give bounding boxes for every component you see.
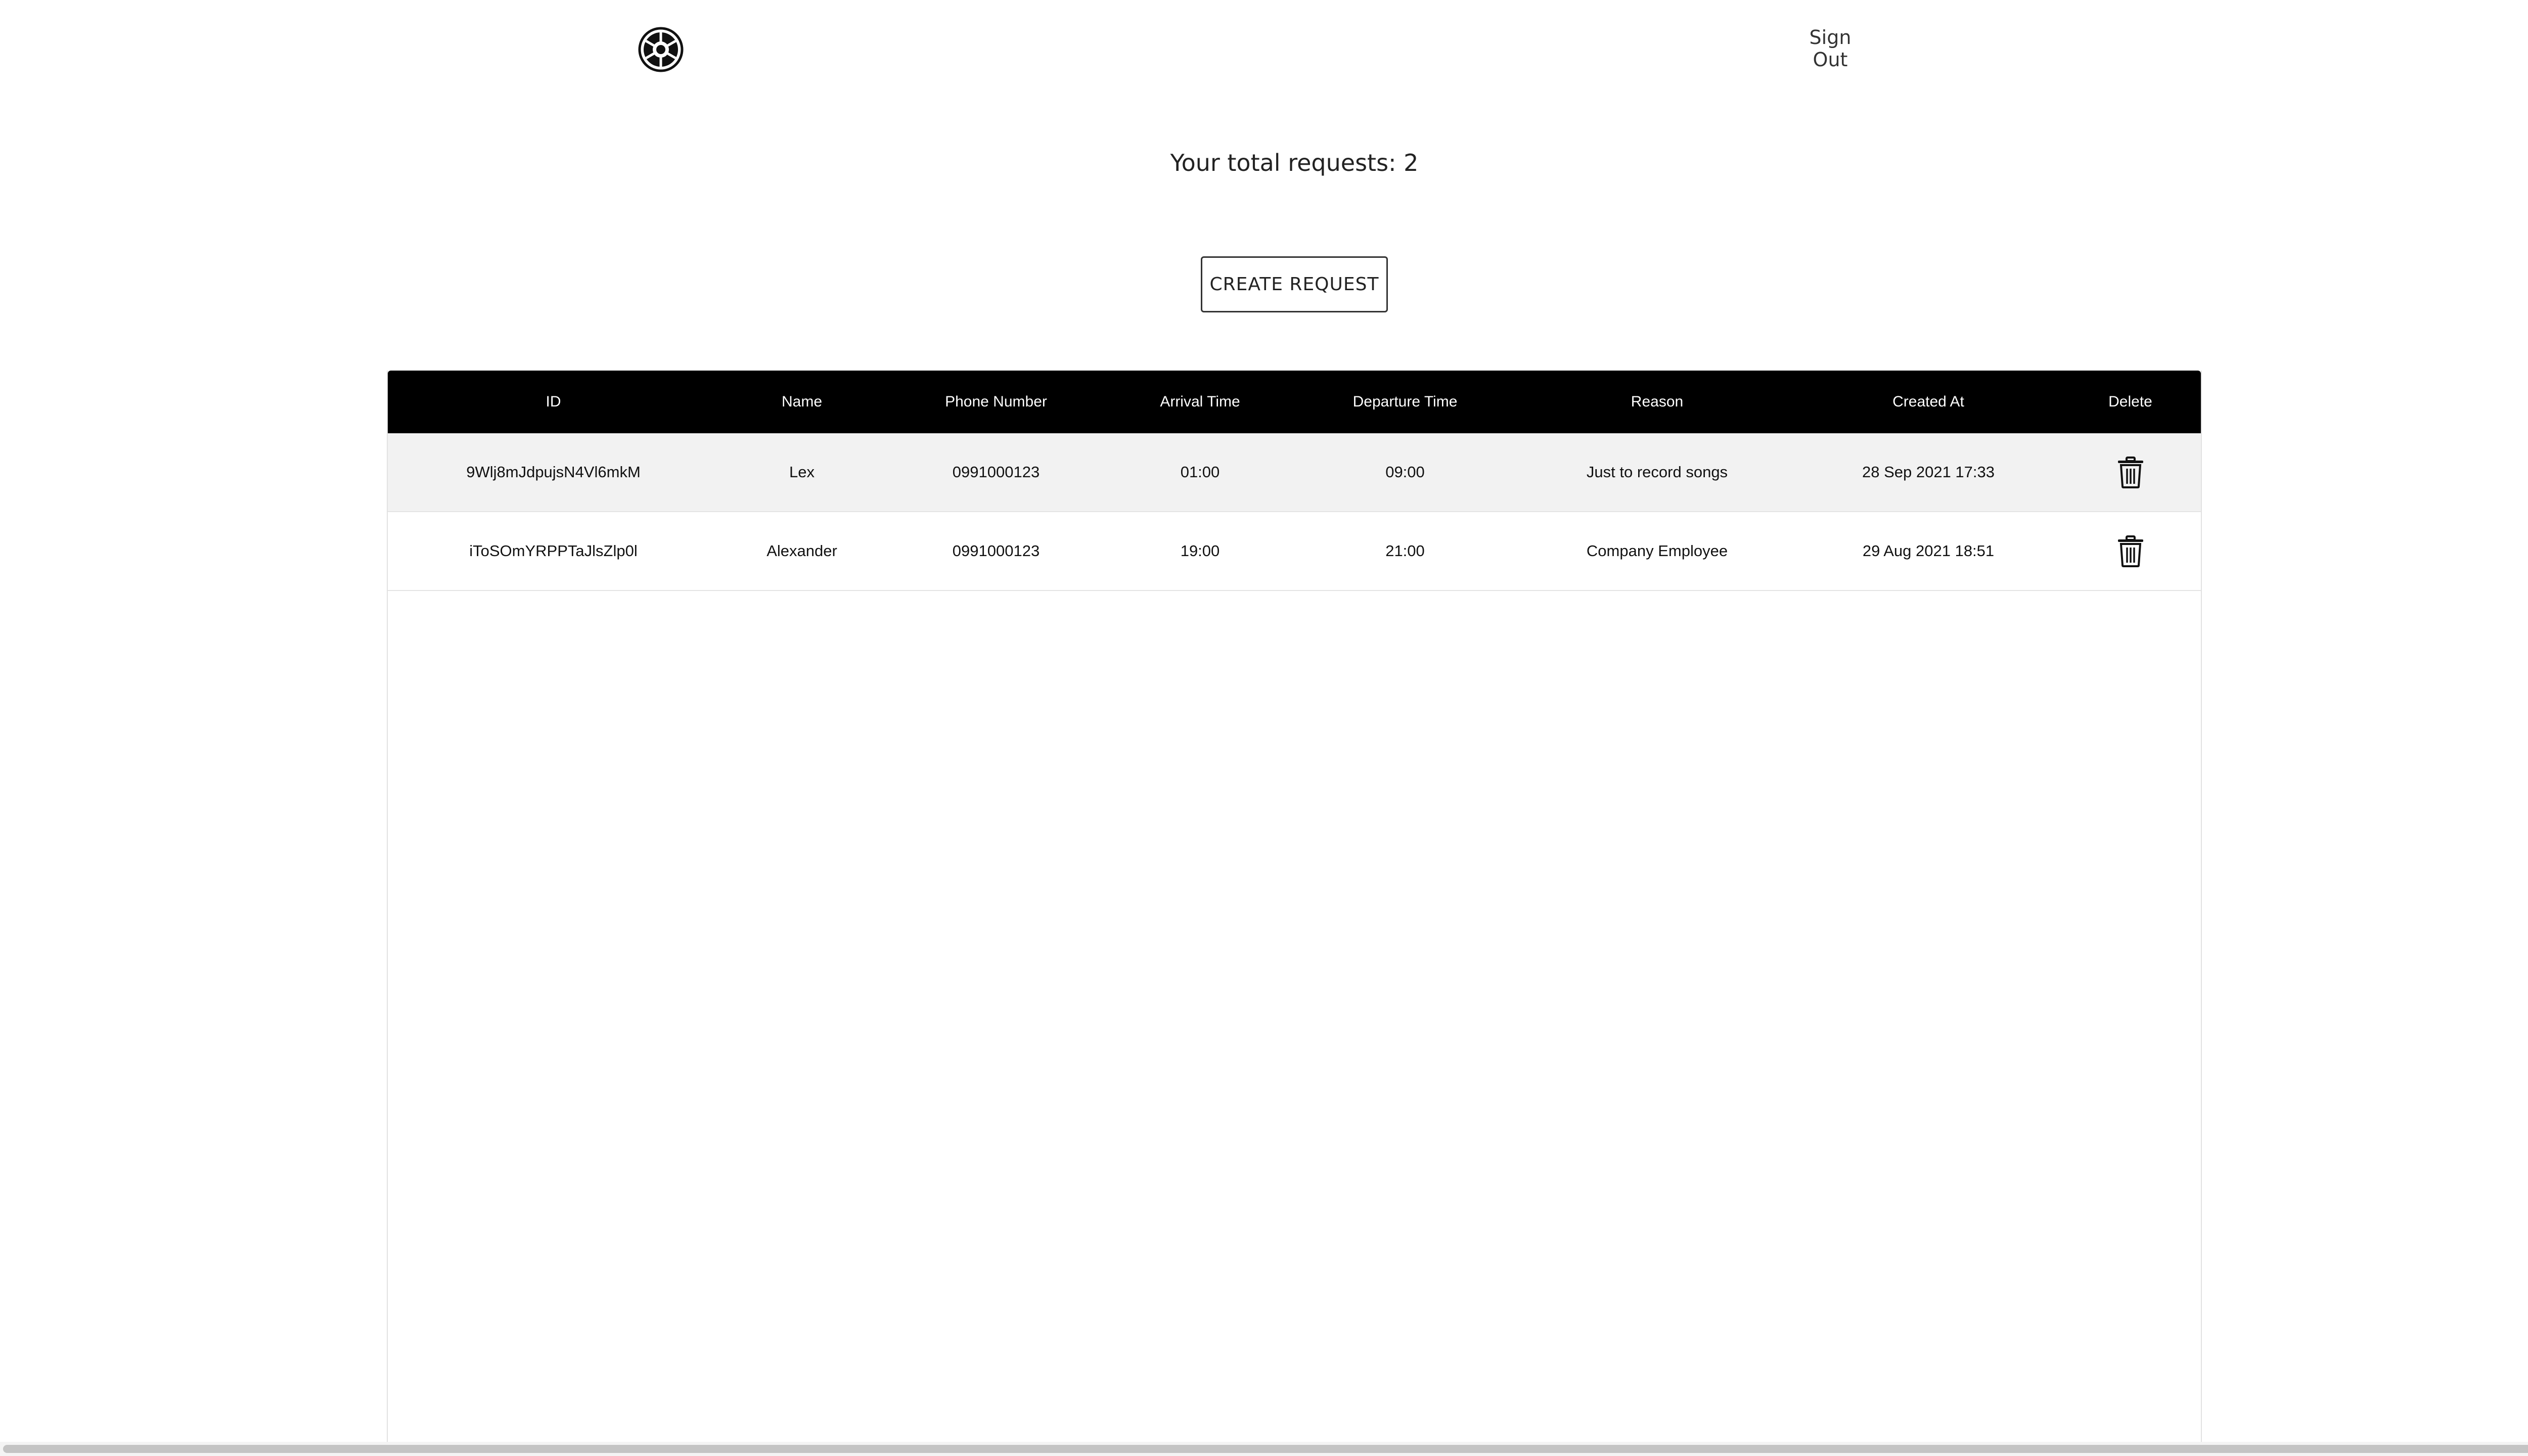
create-request-button[interactable]: CREATE REQUEST	[1201, 256, 1388, 312]
sign-out-button[interactable]: Sign Out	[1790, 26, 1871, 71]
table-row[interactable]: iToSOmYRPPTaJlsZlp0l Alexander 099100012…	[388, 512, 2201, 591]
column-header-departure: Departure Time	[1352, 393, 1458, 410]
cell-phone: 0991000123	[952, 463, 1040, 481]
column-header-phone: Phone Number	[945, 393, 1047, 410]
cell-delete	[2060, 456, 2201, 488]
total-requests-text: Your total requests: 2	[1170, 149, 1419, 176]
cell-name: Alexander	[766, 542, 837, 560]
column-header-id: ID	[546, 393, 561, 410]
requests-table: ID Name Phone Number Arrival Time Depart…	[387, 371, 2202, 1456]
table-header: ID Name Phone Number Arrival Time Depart…	[388, 371, 2201, 433]
column-header-delete: Delete	[2108, 393, 2152, 410]
page: Sign Out Your total requests: 2 CREATE R…	[0, 0, 2528, 1456]
cell-created-at: 28 Sep 2021 17:33	[1862, 463, 1995, 481]
cell-departure: 09:00	[1385, 463, 1425, 481]
table-row[interactable]: 9Wlj8mJdpujsN4Vl6mkM Lex 0991000123 01:0…	[388, 433, 2201, 512]
column-header-name: Name	[781, 393, 823, 410]
cell-arrival: 01:00	[1180, 463, 1220, 481]
cell-id: 9Wlj8mJdpujsN4Vl6mkM	[466, 463, 641, 481]
cell-created-at: 29 Aug 2021 18:51	[1862, 542, 1995, 560]
trash-icon[interactable]	[2116, 456, 2145, 488]
cell-reason: Company Employee	[1586, 542, 1728, 560]
trash-icon[interactable]	[2116, 535, 2145, 567]
column-header-reason: Reason	[1631, 393, 1684, 410]
galactic-empire-logo-icon[interactable]	[638, 26, 684, 73]
cell-arrival: 19:00	[1180, 542, 1220, 560]
cell-delete	[2060, 535, 2201, 567]
horizontal-scrollbar-thumb[interactable]	[3, 1445, 2528, 1453]
column-header-created-at: Created At	[1892, 393, 1964, 410]
column-header-arrival: Arrival Time	[1160, 393, 1240, 410]
cell-id: iToSOmYRPPTaJlsZlp0l	[469, 542, 638, 560]
cell-name: Lex	[789, 463, 815, 481]
cell-departure: 21:00	[1385, 542, 1425, 560]
cell-reason: Just to record songs	[1586, 463, 1728, 481]
cell-phone: 0991000123	[952, 542, 1040, 560]
